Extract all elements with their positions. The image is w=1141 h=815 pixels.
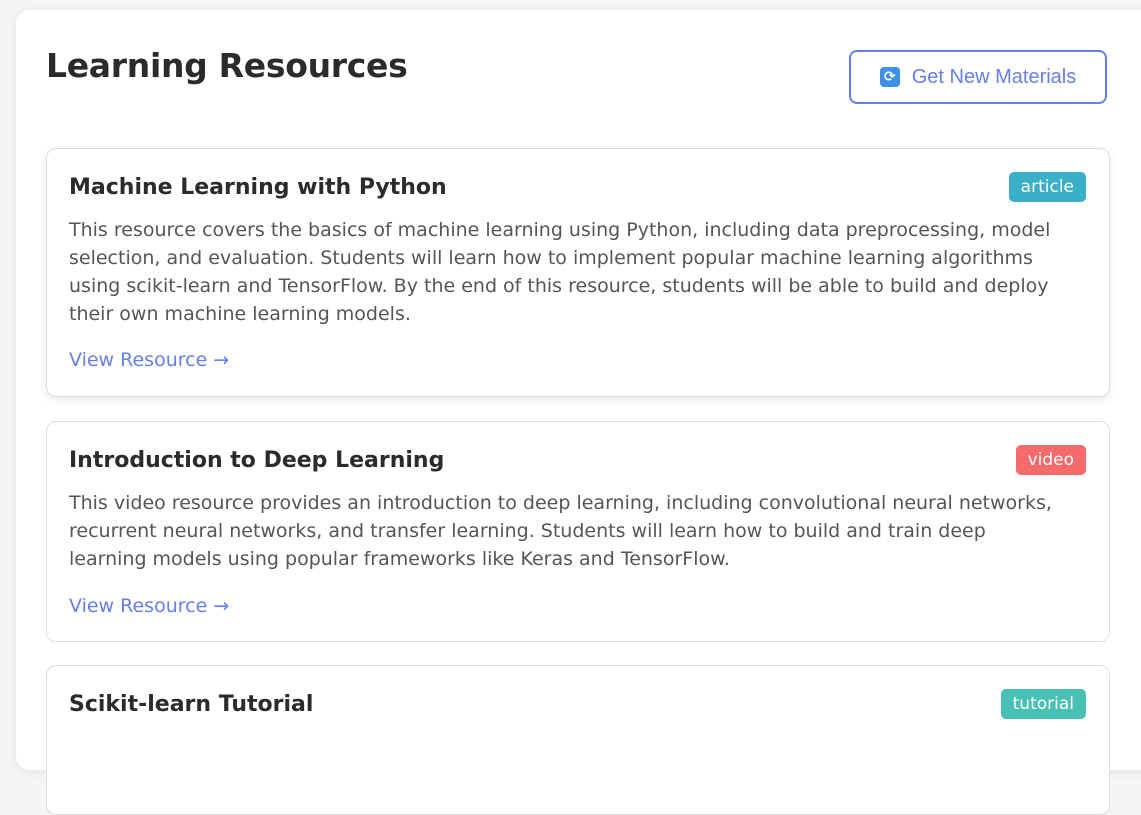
get-new-materials-label: Get New Materials — [911, 65, 1077, 88]
resource-card: Introduction to Deep Learning video This… — [46, 421, 1110, 642]
view-resource-link[interactable]: View Resource → — [69, 593, 229, 619]
page-title: Learning Resources — [46, 46, 408, 85]
resources-panel: Learning Resources ⟳ Get New Materials M… — [16, 10, 1141, 815]
resource-card: Scikit-learn Tutorial tutorial — [46, 665, 1110, 815]
resource-description: This resource covers the basics of machi… — [69, 219, 1051, 325]
resource-card: Machine Learning with Python article Thi… — [46, 148, 1110, 397]
resource-type-badge: video — [1015, 445, 1086, 475]
get-new-materials-button[interactable]: ⟳ Get New Materials — [849, 50, 1107, 104]
view-resource-link[interactable]: View Resource → — [69, 347, 229, 373]
resource-title: Introduction to Deep Learning — [69, 448, 445, 473]
refresh-icon: ⟳ — [879, 67, 900, 87]
resource-type-badge: article — [1008, 172, 1086, 202]
resource-title: Scikit-learn Tutorial — [69, 692, 314, 717]
resource-title: Machine Learning with Python — [69, 175, 447, 200]
resource-type-badge: tutorial — [1000, 689, 1086, 719]
resource-description: This video resource provides an introduc… — [69, 492, 1052, 570]
